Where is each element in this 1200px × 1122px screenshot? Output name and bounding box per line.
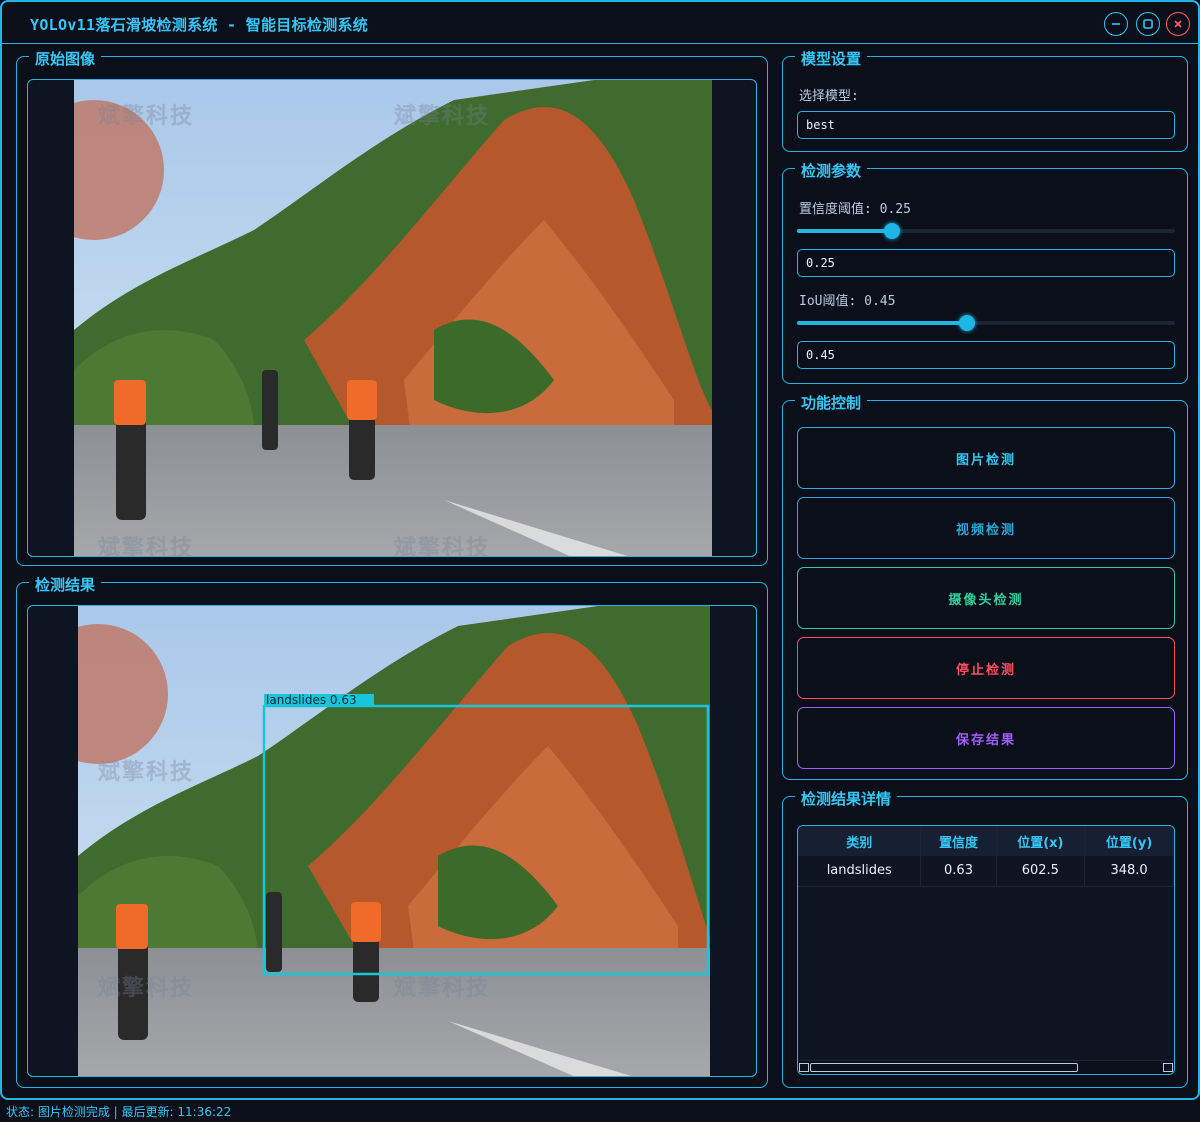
stop-detect-button[interactable]: 停止检测 bbox=[797, 637, 1175, 699]
model-select[interactable]: best bbox=[797, 111, 1175, 139]
watermark: 斌擎科技 bbox=[98, 760, 195, 785]
detection-params-panel: 检测参数 置信度阈值: 0.25 0.25 IoU阈值: 0.45 0.45 bbox=[782, 160, 1188, 384]
title-bar[interactable]: YOLOv11落石滑坡检测系统 - 智能目标检测系统 bbox=[2, 2, 1198, 44]
status-bar: 状态: 图片检测完成 | 最后更新: 11:36:22 bbox=[6, 1105, 232, 1119]
video-detect-button[interactable]: 视频检测 bbox=[797, 497, 1175, 559]
window-title: YOLOv11落石滑坡检测系统 - 智能目标检测系统 bbox=[30, 16, 369, 34]
result-image: landslides 0.63 bbox=[78, 606, 710, 1076]
table-cell: 602.5 bbox=[996, 856, 1086, 887]
watermark: 斌擎科技 bbox=[98, 976, 195, 1001]
column-header[interactable]: 置信度 bbox=[920, 826, 997, 856]
watermark: 斌擎科技 bbox=[98, 104, 195, 129]
table-row[interactable]: landslides 0.63 602.5 348.0 bbox=[798, 856, 1174, 887]
scroll-left-arrow[interactable] bbox=[799, 1063, 809, 1072]
model-select-label: 选择模型: bbox=[799, 89, 859, 104]
original-image-panel: 原始图像 斌擎科技 斌擎科技 斌擎科技 斌擎科技 bbox=[16, 48, 768, 566]
scroll-right-arrow[interactable] bbox=[1163, 1063, 1173, 1072]
column-header[interactable]: 位置(y) bbox=[1084, 826, 1174, 856]
results-table: 类别 置信度 位置(x) 位置(y) landslides 0.63 602.5… bbox=[798, 826, 1174, 887]
table-cell: landslides bbox=[798, 856, 922, 887]
slider-fill bbox=[797, 321, 967, 325]
watermark: 斌擎科技 bbox=[98, 536, 195, 557]
camera-detect-button[interactable]: 摄像头检测 bbox=[797, 567, 1175, 629]
table-header-row: 类别 置信度 位置(x) 位置(y) bbox=[798, 826, 1174, 856]
watermark: 斌擎科技 bbox=[394, 104, 491, 129]
slider-handle[interactable] bbox=[959, 315, 975, 331]
app-window: YOLOv11落石滑坡检测系统 - 智能目标检测系统 原始图像 斌擎科技 斌擎科… bbox=[0, 0, 1200, 1100]
slider-handle[interactable] bbox=[884, 223, 900, 239]
detection-details-panel: 检测结果详情 类别 置信度 位置(x) 位置(y) landslides 0.6… bbox=[782, 788, 1188, 1088]
column-header[interactable]: 类别 bbox=[798, 826, 922, 856]
minimize-button[interactable] bbox=[1104, 12, 1128, 36]
confidence-slider[interactable] bbox=[797, 223, 1175, 239]
horizontal-scrollbar[interactable] bbox=[798, 1060, 1174, 1074]
detection-result-panel: 检测结果 landslides 0.63 斌擎科技 斌擎科技 斌擎科技 bbox=[16, 574, 768, 1088]
table-cell: 348.0 bbox=[1084, 856, 1174, 887]
maximize-icon bbox=[1143, 19, 1153, 29]
confidence-label: 置信度阈值: 0.25 bbox=[799, 202, 911, 217]
panel-title: 检测参数 bbox=[795, 160, 868, 181]
original-image bbox=[74, 80, 712, 556]
image-detect-button[interactable]: 图片检测 bbox=[797, 427, 1175, 489]
minimize-icon bbox=[1112, 23, 1120, 25]
close-button[interactable] bbox=[1166, 12, 1190, 36]
column-header[interactable]: 位置(x) bbox=[996, 826, 1086, 856]
panel-title: 检测结果 bbox=[29, 574, 102, 595]
panel-title: 原始图像 bbox=[29, 48, 102, 69]
scrollbar-thumb[interactable] bbox=[810, 1063, 1078, 1072]
function-controls-panel: 功能控制 图片检测 视频检测 摄像头检测 停止检测 保存结果 bbox=[782, 392, 1188, 780]
model-settings-panel: 模型设置 选择模型: best bbox=[782, 48, 1188, 152]
iou-label: IoU阈值: 0.45 bbox=[799, 294, 896, 309]
close-icon bbox=[1174, 20, 1182, 28]
original-image-frame: 斌擎科技 斌擎科技 斌擎科技 斌擎科技 bbox=[27, 79, 757, 557]
maximize-button[interactable] bbox=[1136, 12, 1160, 36]
save-result-button[interactable]: 保存结果 bbox=[797, 707, 1175, 769]
results-table-frame: 类别 置信度 位置(x) 位置(y) landslides 0.63 602.5… bbox=[797, 825, 1175, 1075]
slider-fill bbox=[797, 229, 892, 233]
panel-title: 检测结果详情 bbox=[795, 788, 898, 809]
watermark: 斌擎科技 bbox=[394, 976, 491, 1001]
confidence-input[interactable]: 0.25 bbox=[797, 249, 1175, 277]
watermark: 斌擎科技 bbox=[394, 536, 491, 557]
iou-input[interactable]: 0.45 bbox=[797, 341, 1175, 369]
result-image-frame: landslides 0.63 斌擎科技 斌擎科技 斌擎科技 bbox=[27, 605, 757, 1077]
panel-title: 功能控制 bbox=[795, 392, 868, 413]
panel-title: 模型设置 bbox=[795, 48, 868, 69]
iou-slider[interactable] bbox=[797, 315, 1175, 331]
table-cell: 0.63 bbox=[920, 856, 997, 887]
detection-label: landslides 0.63 bbox=[266, 693, 357, 707]
